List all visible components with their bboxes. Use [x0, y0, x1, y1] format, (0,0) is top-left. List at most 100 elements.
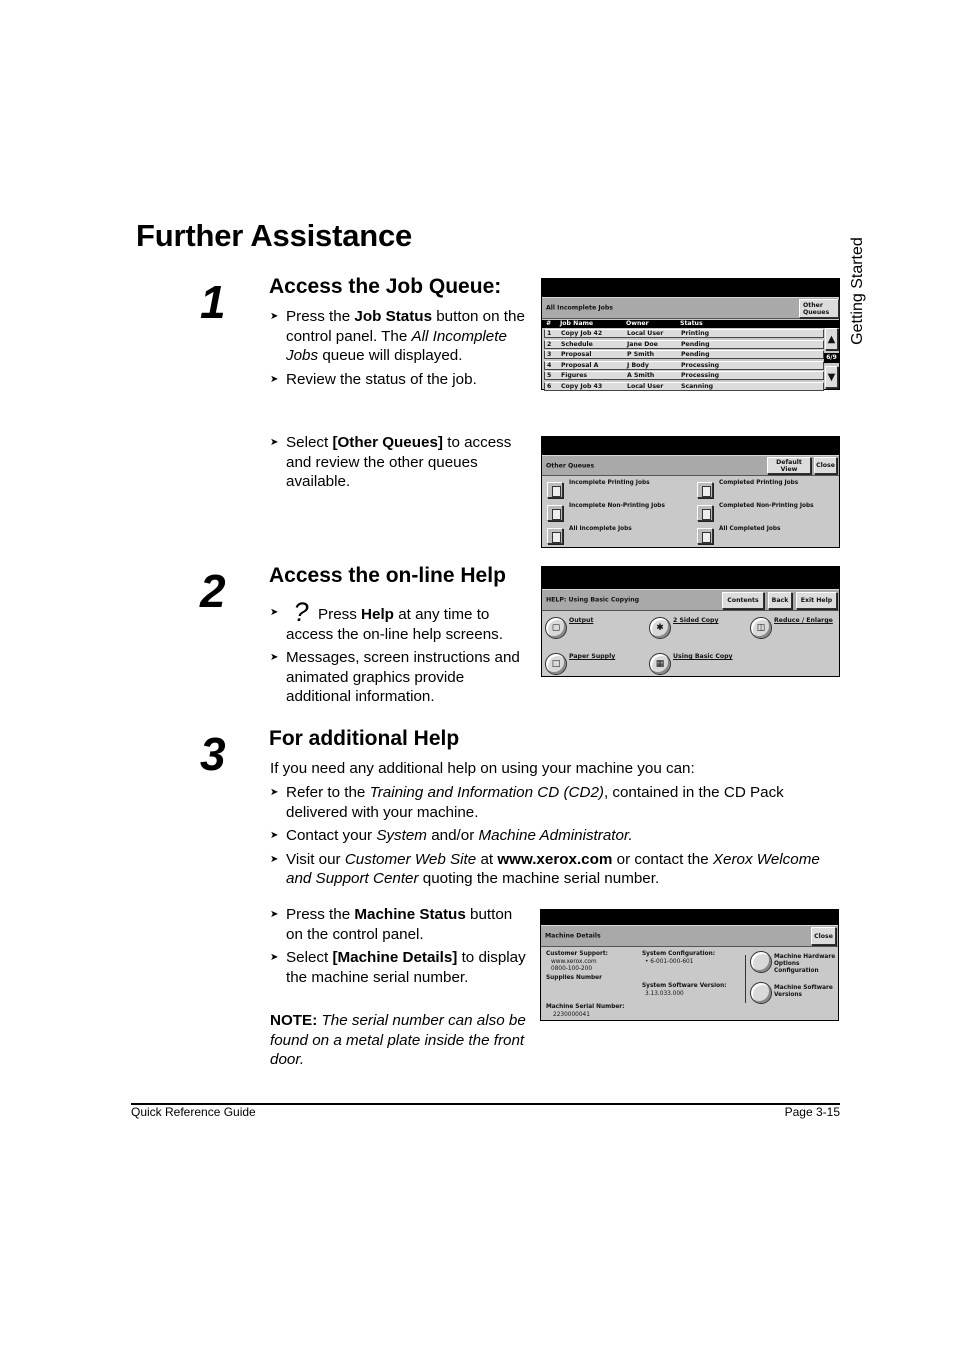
queue-option-label[interactable]: All Completed Jobs	[719, 526, 780, 532]
section-side-tab: Getting Started	[849, 237, 866, 345]
job-owner: J Body	[627, 361, 649, 369]
job-table-row[interactable]: 4 Proposal A J Body Processing	[544, 360, 824, 370]
hardware-config-button-label[interactable]: Machine Hardware Options Configuration	[774, 954, 838, 975]
help-title: HELP: Using Basic Copying	[546, 596, 640, 604]
bold-text: Job Status	[354, 308, 433, 325]
italic-text: Machine Administrator.	[478, 827, 633, 844]
text: Press the	[286, 308, 355, 325]
job-number: 6	[547, 382, 552, 390]
step-1-bullets-2: ➤ Select [Other Queues] to access and rev…	[270, 433, 526, 496]
serial-number-value: 2230000041	[553, 1012, 590, 1018]
text: Select	[286, 434, 333, 451]
other-queues-screen: Other Queues Default View Close Incomple…	[541, 436, 840, 548]
bullet-arrow-icon: ➤	[270, 787, 279, 798]
col-status: Status	[680, 320, 703, 327]
text: Press the	[286, 906, 355, 923]
step-2-heading: Access the on-line Help	[269, 564, 506, 587]
job-name: Proposal	[561, 351, 592, 358]
step-number-2: 2	[200, 565, 226, 617]
bold-text: Help	[361, 606, 394, 623]
job-table-row[interactable]: 1 Copy Job 42 Local User Printing	[544, 329, 824, 338]
note-label: NOTE:	[270, 1012, 318, 1029]
queue-document-icon[interactable]	[697, 482, 713, 498]
step-1-bullets: ➤ Press the Job Status button on the cont…	[270, 307, 526, 393]
queue-document-icon[interactable]	[547, 505, 563, 521]
basic-copy-icon[interactable]: ▦	[649, 653, 671, 675]
job-table-row[interactable]: 5 Figures A Smith Processing	[544, 371, 824, 380]
job-owner: Local User	[627, 330, 664, 337]
scroll-down-button[interactable]: ▼	[825, 366, 838, 388]
text: Contact your	[286, 827, 377, 844]
software-versions-button-icon[interactable]	[750, 982, 772, 1004]
job-table-row[interactable]: 3 Proposal P Smith Pending	[544, 350, 824, 359]
job-name: Copy Job 43	[561, 382, 603, 390]
close-button[interactable]: Close	[811, 927, 836, 945]
page-indicator: 6/9	[824, 353, 839, 363]
queue-document-icon[interactable]	[697, 505, 713, 521]
queue-option-label[interactable]: Incomplete Non-Printing Jobs	[569, 503, 665, 509]
bullet-arrow-icon: ➤	[270, 437, 279, 448]
help-topic-output[interactable]: Output	[569, 617, 593, 624]
help-title-bar: HELP: Using Basic Copying Contents Back …	[542, 589, 839, 611]
help-topic-reduce-enlarge[interactable]: Reduce / Enlarge	[774, 617, 833, 624]
list-item: ➤ Messages, screen instructions and anima…	[270, 648, 530, 707]
help-question-icon: ?	[293, 597, 309, 627]
job-table-row[interactable]: 6 Copy Job 43 Local User Scanning	[544, 381, 824, 391]
queue-option-label[interactable]: Completed Non-Printing Jobs	[719, 503, 814, 509]
reduce-enlarge-icon[interactable]: ◫	[750, 617, 772, 639]
list-item: ➤ Visit our Customer Web Site at www.xero…	[270, 850, 830, 889]
contents-button[interactable]: Contents	[722, 592, 764, 609]
other-queues-title: Other Queues	[546, 462, 595, 469]
scroll-up-button[interactable]: ▲	[825, 328, 838, 350]
step-1-heading: Access the Job Queue:	[269, 275, 502, 298]
bullet-arrow-icon: ➤	[270, 652, 279, 663]
queue-document-icon[interactable]	[547, 482, 563, 498]
text: Press	[318, 606, 362, 623]
text: Messages, screen instructions and animat…	[286, 649, 520, 705]
queue-option-label[interactable]: Incomplete Printing Jobs	[569, 480, 650, 486]
col-num: #	[546, 320, 552, 327]
hardware-config-button-icon[interactable]	[750, 951, 772, 973]
serial-number-label: Machine Serial Number:	[546, 1004, 625, 1010]
queue-document-icon[interactable]	[547, 528, 563, 544]
queue-option-label[interactable]: Completed Printing Jobs	[719, 480, 798, 486]
close-button[interactable]: Close	[814, 457, 837, 474]
job-number: 1	[547, 330, 552, 337]
default-view-button[interactable]: Default View	[767, 457, 811, 474]
bullet-arrow-icon: ➤	[270, 373, 279, 385]
job-name: Schedule	[561, 340, 593, 348]
step-number-3: 3	[200, 728, 226, 780]
help-topic-paper-supply[interactable]: Paper Supply	[569, 653, 615, 660]
text: queue will displayed.	[318, 347, 463, 364]
system-configuration-value: • 6-001-000-601	[645, 959, 694, 965]
job-status: Scanning	[681, 382, 714, 390]
job-name: Figures	[561, 372, 588, 379]
job-name: Proposal A	[561, 361, 599, 369]
list-item: ➤ Select [Other Queues] to access and rev…	[270, 433, 526, 492]
list-item: ➤ Select [Machine Details] to display the…	[270, 948, 526, 987]
text: Refer to the	[286, 784, 370, 801]
help-screen: HELP: Using Basic Copying Contents Back …	[541, 566, 840, 677]
bold-text: Machine Status	[354, 906, 466, 923]
help-topic-2-sided-copy[interactable]: 2 Sided Copy	[673, 617, 719, 624]
back-button[interactable]: Back	[768, 592, 792, 609]
job-status: Processing	[681, 361, 720, 369]
two-sided-copy-icon[interactable]: ✱	[649, 617, 671, 639]
text: Select	[286, 949, 333, 966]
job-table-row[interactable]: 2 Schedule Jane Doe Pending	[544, 339, 824, 349]
paper-supply-icon[interactable]: □	[545, 653, 567, 675]
machine-details-title-bar: Machine Details Close	[541, 925, 838, 947]
software-versions-button-label[interactable]: Machine Software Versions	[774, 985, 836, 999]
list-item: ➤ Press the Machine Status button on the …	[270, 905, 526, 944]
other-queues-button[interactable]: Other Queues	[799, 299, 839, 318]
job-owner: Local User	[627, 382, 664, 390]
help-topic-basic-copy[interactable]: Using Basic Copy	[673, 653, 733, 660]
output-icon[interactable]: ▢	[545, 617, 567, 639]
exit-help-button[interactable]: Exit Help	[796, 592, 837, 609]
text: Review the status of the job.	[286, 370, 477, 388]
bullet-arrow-icon: ➤	[270, 830, 279, 841]
system-configuration-label: System Configuration:	[642, 951, 716, 957]
divider	[745, 955, 746, 1003]
queue-option-label[interactable]: All Incomplete Jobs	[569, 526, 632, 532]
queue-document-icon[interactable]	[697, 528, 713, 544]
